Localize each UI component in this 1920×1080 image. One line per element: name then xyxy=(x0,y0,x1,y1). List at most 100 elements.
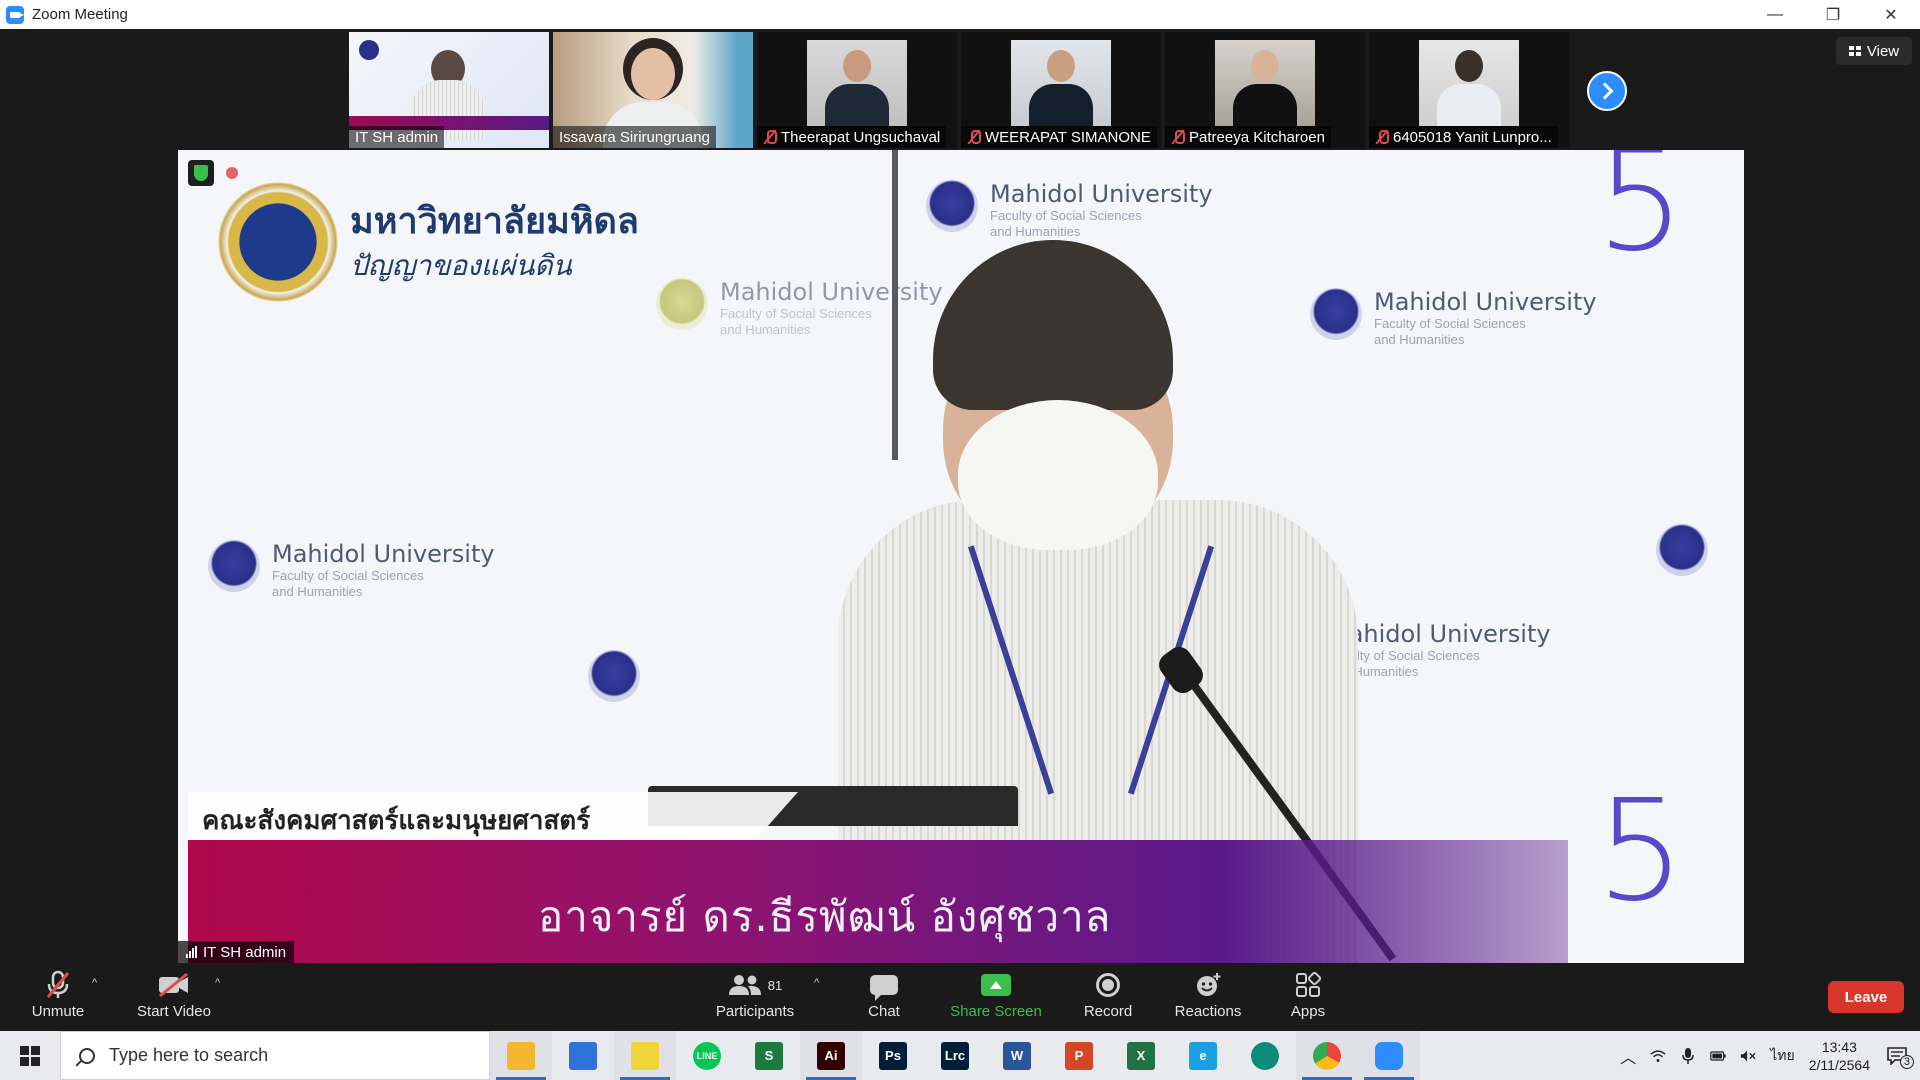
thumbnail-name: Theerapat Ungsuchaval xyxy=(757,126,947,148)
excel-icon: X xyxy=(1127,1041,1155,1070)
thumbnail-yanit[interactable]: 6405018 Yanit Lunpro... xyxy=(1369,32,1569,148)
reactions-icon xyxy=(1197,973,1221,996)
taskbar-app-internet-explorer[interactable]: e xyxy=(1172,1031,1234,1080)
volume-muted-icon[interactable] xyxy=(1740,1049,1756,1063)
watermark-logo: Mahidol University Faculty of Social Scie… xyxy=(926,180,1213,240)
record-button[interactable]: Record xyxy=(1082,969,1134,1027)
encryption-shield-icon[interactable] xyxy=(188,160,214,186)
zoom-icon xyxy=(1375,1041,1403,1070)
thumbnail-name: WEERAPAT SIMANONE xyxy=(961,126,1157,148)
watermark-logo: Mahidol University Faculty of Social Scie… xyxy=(1328,620,1551,679)
video-off-icon xyxy=(159,972,188,998)
video-options-caret[interactable]: ^ xyxy=(215,977,220,989)
taskbar-clock[interactable]: 13:43 2/11/2564 xyxy=(1809,1038,1870,1074)
main-video[interactable]: มหาวิทยาลัยมหิดล ปัญญาของแผ่นดิน 5 5 Mah… xyxy=(178,150,1744,963)
mic-muted-icon xyxy=(1375,129,1389,145)
thumbnail-issavara[interactable]: Issavara Sirirungruang xyxy=(553,32,753,148)
share-screen-icon xyxy=(981,974,1011,996)
powerpoint-icon: P xyxy=(1065,1041,1093,1070)
microphone-tray-icon[interactable] xyxy=(1680,1047,1696,1064)
leave-button[interactable]: Leave xyxy=(1828,981,1904,1013)
taskbar-app-lightroom-classic[interactable]: Lrc xyxy=(924,1031,986,1080)
taskbar-app-excel[interactable]: X xyxy=(1110,1031,1172,1080)
taskbar-app-edge[interactable] xyxy=(1234,1031,1296,1080)
watermark-seal xyxy=(588,650,640,702)
mic-muted-icon xyxy=(46,970,70,998)
taskbar-app-photoshop[interactable]: Ps xyxy=(862,1031,924,1080)
word-icon: W xyxy=(1003,1041,1031,1070)
mahidol-seal-icon xyxy=(1656,524,1708,576)
anniversary-number: 5 xyxy=(1596,150,1686,283)
taskbar-app-mail[interactable] xyxy=(552,1031,614,1080)
taskbar-app-powerpoint[interactable]: P xyxy=(1048,1031,1110,1080)
restore-button[interactable]: ❐ xyxy=(1804,0,1862,29)
window-title: Zoom Meeting xyxy=(32,6,128,23)
university-thai-slogan: ปัญญาของแผ่นดิน xyxy=(350,249,572,282)
input-language-indicator[interactable]: ไทย xyxy=(1770,1045,1794,1067)
close-button[interactable]: ✕ xyxy=(1862,0,1920,29)
wifi-icon[interactable] xyxy=(1650,1049,1666,1063)
minimize-button[interactable]: — xyxy=(1746,0,1804,29)
watermark-seal xyxy=(1656,524,1708,576)
speaker-title-name: อาจารย์ ดร.ธีรพัฒน์ อังศุชวาล xyxy=(538,892,1112,941)
apps-icon xyxy=(1296,972,1321,997)
photoshop-icon: Ps xyxy=(879,1041,907,1070)
taskbar-app-word[interactable]: W xyxy=(986,1031,1048,1080)
script-icon: S xyxy=(755,1041,783,1070)
thumbnail-name: Patreeya Kitcharoen xyxy=(1165,126,1331,148)
chrome-icon xyxy=(1313,1041,1341,1070)
unmute-button[interactable]: Unmute xyxy=(26,969,90,1027)
windows-logo-icon xyxy=(20,1045,40,1066)
thumbnail-it-sh-admin[interactable]: IT SH admin xyxy=(349,32,549,148)
edge-icon xyxy=(1251,1041,1279,1070)
file-explorer-icon xyxy=(507,1041,535,1070)
windows-taskbar: Type here to search LINE S Ai Ps Lrc W P Xe ︿ ไ… xyxy=(0,1031,1920,1080)
thumbnail-weerapat[interactable]: WEERAPAT SIMANONE xyxy=(961,32,1161,148)
grid-view-icon xyxy=(1848,46,1861,56)
share-screen-button[interactable]: Share Screen xyxy=(948,969,1044,1027)
system-tray: ︿ ไทย 13:43 2/11/2564 3 xyxy=(1620,1031,1920,1080)
mic-muted-icon xyxy=(967,129,981,145)
thumbnail-patreeya[interactable]: Patreeya Kitcharoen xyxy=(1165,32,1365,148)
participants-options-caret[interactable]: ^ xyxy=(814,977,819,989)
face-mask xyxy=(958,400,1158,550)
taskbar-app-file-explorer[interactable] xyxy=(490,1031,552,1080)
reactions-button[interactable]: Reactions xyxy=(1174,969,1242,1027)
line-icon: LINE xyxy=(693,1041,721,1070)
audio-options-caret[interactable]: ^ xyxy=(92,977,97,989)
participants-button[interactable]: 81 Participants xyxy=(710,969,800,1027)
thumbnail-theerapat[interactable]: Theerapat Ungsuchaval xyxy=(757,32,957,148)
taskbar-app-script[interactable]: S xyxy=(738,1031,800,1080)
lower-third-faculty-box: คณะสังคมศาสตร์และมนุษยศาสตร์ xyxy=(188,792,798,840)
meeting-stage: IT SH admin Issavara Sirirungruang Theer… xyxy=(0,29,1920,963)
illustrator-icon: Ai xyxy=(817,1041,845,1070)
notifications-icon[interactable]: 3 xyxy=(1884,1046,1914,1069)
start-video-button[interactable]: Start Video xyxy=(134,969,214,1027)
meeting-toolbar: Unmute ^ Start Video ^ 81 Participants ^ xyxy=(0,963,1920,1031)
next-page-arrow-icon[interactable] xyxy=(1587,71,1627,111)
mahidol-seal-icon xyxy=(208,540,260,592)
sticky-notes-icon xyxy=(631,1041,659,1070)
mahidol-seal-icon xyxy=(926,180,978,232)
taskbar-app-illustrator[interactable]: Ai xyxy=(800,1031,862,1080)
mail-icon xyxy=(569,1041,597,1070)
taskbar-app-zoom[interactable] xyxy=(1358,1031,1420,1080)
view-button[interactable]: View xyxy=(1836,37,1912,65)
show-hidden-icons-chevron-icon[interactable]: ︿ xyxy=(1620,1044,1636,1068)
taskbar-search-box[interactable]: Type here to search xyxy=(60,1031,490,1080)
taskbar-app-sticky-notes[interactable] xyxy=(614,1031,676,1080)
battery-icon[interactable] xyxy=(1710,1049,1726,1063)
apps-button[interactable]: Apps xyxy=(1288,969,1328,1027)
chat-button[interactable]: Chat xyxy=(862,969,906,1027)
taskbar-app-chrome[interactable] xyxy=(1296,1031,1358,1080)
thumbnail-name: 6405018 Yanit Lunpro... xyxy=(1369,126,1558,148)
participants-icon xyxy=(728,975,761,995)
window-controls: — ❐ ✕ xyxy=(1746,0,1920,29)
internet-explorer-icon: e xyxy=(1189,1041,1217,1070)
search-icon xyxy=(79,1047,95,1064)
start-button[interactable] xyxy=(0,1031,60,1080)
taskbar-app-line[interactable]: LINE xyxy=(676,1031,738,1080)
recording-indicator-icon xyxy=(226,167,238,179)
faculty-name: คณะสังคมศาสตร์และมนุษยศาสตร์ xyxy=(202,806,591,836)
thumbnail-name: Issavara Sirirungruang xyxy=(553,126,716,148)
